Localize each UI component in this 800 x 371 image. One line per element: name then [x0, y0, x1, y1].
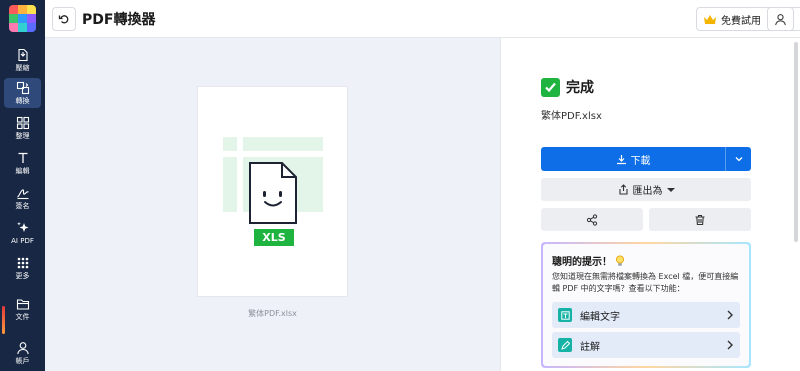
sidebar-item-sign[interactable]: 簽名: [4, 183, 41, 213]
ai-sparkle-icon: [16, 221, 28, 232]
chevron-right-icon: [727, 340, 733, 350]
file-thumbnail[interactable]: XLS: [197, 86, 348, 297]
sidebar-item-ai-pdf[interactable]: AI PDF: [4, 218, 41, 248]
sidebar-item-label: 帳戶: [15, 356, 30, 365]
compress-icon: [17, 48, 28, 61]
tip-option-label: 編輯文字: [580, 311, 620, 323]
export-as-button[interactable]: 匯出為: [541, 178, 751, 201]
convert-icon: [16, 81, 29, 94]
undo-button[interactable]: [52, 7, 76, 31]
download-label: 下載: [630, 155, 651, 167]
share-icon: [586, 213, 598, 226]
sidebar-item-label: 編輯: [15, 166, 30, 175]
sidebar-item-label: 壓縮: [15, 63, 30, 72]
output-file-name: 繁体PDF.xlsx: [541, 111, 602, 122]
top-bar: PDF轉換器 免費試用: [45, 0, 800, 38]
more-grid-icon: [17, 257, 28, 268]
folder-icon: [16, 298, 29, 310]
tip-option-annotate[interactable]: 註解: [552, 332, 740, 358]
tip-title: 聰明的提示！: [552, 253, 625, 268]
annotate-pen-icon: [558, 338, 572, 352]
panel-scrollbar[interactable]: [794, 42, 798, 242]
crown-icon: [704, 14, 716, 24]
sidebar-item-files[interactable]: 文件: [4, 294, 41, 324]
export-icon: [618, 184, 628, 195]
download-options-button[interactable]: [726, 147, 751, 171]
user-profile-button[interactable]: [767, 7, 794, 31]
page-title: PDF轉換器: [82, 12, 156, 28]
export-label: 匯出為: [632, 186, 663, 197]
preview-file-caption: 繁体PDF.xlsx: [248, 309, 297, 318]
sidebar-item-label: 轉換: [15, 96, 30, 105]
tip-title-text: 聰明的提示！: [552, 257, 612, 268]
undo-icon: [58, 15, 69, 24]
status-label: 完成: [566, 80, 594, 96]
caret-down-icon: [666, 187, 675, 192]
download-button[interactable]: 下載: [541, 147, 725, 171]
delete-button[interactable]: [649, 208, 751, 231]
signature-icon: [16, 188, 29, 199]
smart-tip-card: 聰明的提示！ 您知道現在無需將檔案轉換為 Excel 檔，便可直接編輯 PDF …: [541, 242, 751, 368]
check-icon: [541, 77, 560, 97]
conversion-status: 完成: [541, 77, 594, 97]
sidebar-item-account[interactable]: 帳戶: [4, 338, 41, 368]
sidebar-item-label: 文件: [15, 312, 30, 321]
lightbulb-icon: [616, 255, 625, 266]
xls-file-illustration: [223, 137, 323, 246]
edit-text-icon: [18, 152, 27, 163]
share-button[interactable]: [541, 208, 643, 231]
file-type-badge: XLS: [262, 231, 286, 244]
tip-body: 您知道現在無需將檔案轉換為 Excel 檔，便可直接編輯 PDF 中的文字嗎？查…: [552, 272, 739, 293]
left-sidebar: 壓縮 轉換 整理 編輯 簽名 AI PDF 更多 文件 帳戶: [0, 0, 45, 371]
account-icon: [16, 341, 29, 354]
user-icon: [775, 13, 786, 25]
sidebar-item-label: 整理: [15, 131, 30, 140]
sidebar-item-edit[interactable]: 編輯: [4, 148, 41, 178]
download-icon: [616, 154, 626, 164]
sidebar-item-label: 更多: [15, 271, 30, 280]
download-button-group: 下載: [541, 147, 751, 171]
sidebar-item-label: 簽名: [15, 201, 30, 210]
trash-icon: [695, 214, 705, 225]
tip-option-edit-text[interactable]: 編輯文字: [552, 302, 740, 328]
result-panel: 完成 繁体PDF.xlsx 下載 匯出為 聰明的提示！ 您知道現在無需將檔案轉換…: [500, 38, 800, 371]
tip-option-label: 註解: [580, 341, 600, 353]
sidebar-item-convert[interactable]: 轉換: [4, 78, 41, 108]
edit-text-icon: [558, 308, 572, 322]
file-preview-area: XLS 繁体PDF.xlsx: [45, 38, 500, 371]
sidebar-item-more[interactable]: 更多: [4, 253, 41, 283]
sidebar-item-organize[interactable]: 整理: [4, 113, 41, 143]
sidebar-item-label: AI PDF: [11, 236, 34, 245]
app-logo[interactable]: [9, 5, 36, 32]
sidebar-item-compress[interactable]: 壓縮: [4, 45, 41, 75]
organize-icon: [16, 116, 29, 129]
chevron-right-icon: [727, 310, 733, 320]
chevron-down-icon: [735, 157, 742, 162]
free-trial-label: 免費試用: [721, 15, 761, 27]
